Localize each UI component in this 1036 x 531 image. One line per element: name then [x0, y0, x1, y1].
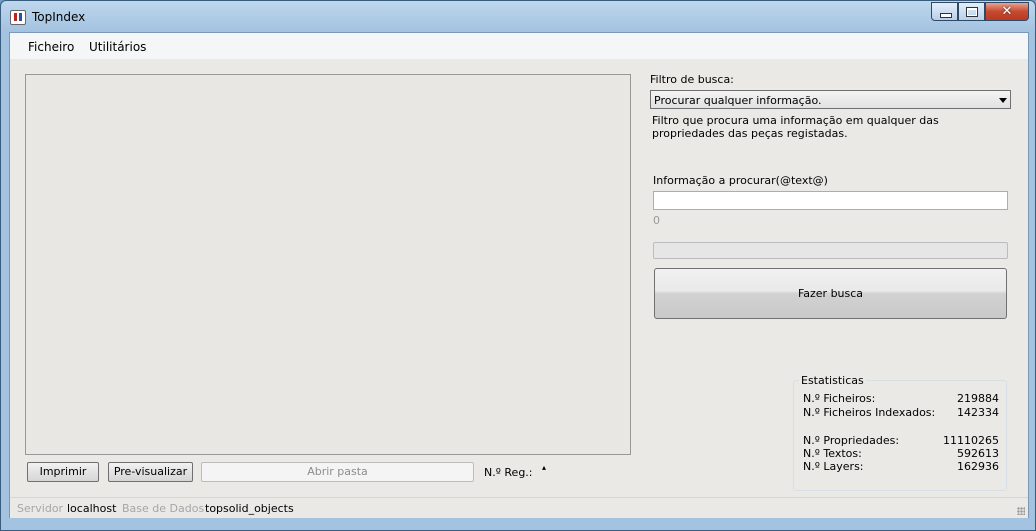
filter-selected-value: Procurar qualquer informação. [654, 94, 822, 107]
close-button[interactable]: ✕ [985, 2, 1029, 21]
stat-label: N.º Ficheiros: [803, 392, 876, 405]
stat-row-ficheiros: N.º Ficheiros: 219884 [803, 393, 1002, 405]
resize-grip-icon[interactable] [1017, 507, 1025, 515]
result-count: 0 [653, 214, 660, 227]
stat-label: N.º Ficheiros Indexados: [803, 406, 936, 419]
filter-dropdown[interactable]: Procurar qualquer informação. [650, 90, 1011, 109]
stat-value: 142334 [957, 406, 999, 419]
statistics-title: Estatisticas [799, 374, 866, 387]
database-label: Base de Dados [122, 502, 205, 515]
results-grid[interactable] [25, 74, 631, 455]
search-input[interactable] [653, 191, 1008, 210]
server-value: localhost [67, 502, 117, 515]
search-button[interactable]: Fazer busca [654, 268, 1007, 319]
stat-value: 219884 [957, 392, 999, 405]
menu-utilitarios[interactable]: Utilitários [89, 40, 146, 54]
database-value: topsolid_objects [205, 502, 294, 515]
window-title: TopIndex [32, 10, 86, 24]
app-window: TopIndex ✕ Ficheiro Utilitários Imprimir… [0, 0, 1036, 531]
maximize-icon [966, 7, 978, 17]
search-progress-bar [653, 242, 1008, 259]
stat-label: N.º Layers: [803, 460, 864, 473]
app-icon [10, 10, 26, 25]
caption-buttons: ✕ [931, 2, 1029, 22]
minimize-icon [940, 13, 952, 18]
open-folder-button[interactable]: Abrir pasta [201, 462, 474, 482]
statistics-group: Estatisticas N.º Ficheiros: 219884 N.º Fi… [793, 374, 1007, 491]
print-button[interactable]: Imprimir [27, 462, 99, 482]
minimize-button[interactable] [931, 2, 958, 21]
stat-value: 162936 [957, 460, 999, 473]
preview-button[interactable]: Pre-visualizar [108, 462, 193, 482]
stat-value: 592613 [957, 447, 999, 460]
busy-indicator-icon: ▴ [542, 463, 547, 472]
stat-label: N.º Propriedades: [803, 434, 900, 447]
stat-row-layers: N.º Layers: 162936 [803, 461, 1002, 473]
status-bar: Servidor localhost Base de Dados topsoli… [10, 497, 1028, 518]
search-info-label: Informação a procurar(@text@) [653, 174, 828, 187]
menu-bar: Ficheiro Utilitários [10, 33, 1028, 59]
filter-label: Filtro de busca: [650, 73, 734, 86]
server-label: Servidor [17, 502, 64, 515]
stat-row-propriedades: N.º Propriedades: 11110265 [803, 435, 1002, 447]
stat-row-indexados: N.º Ficheiros Indexados: 142334 [803, 407, 1002, 419]
menu-ficheiro[interactable]: Ficheiro [28, 40, 74, 54]
stat-label: N.º Textos: [803, 447, 862, 460]
reg-label: N.º Reg.: [484, 466, 533, 479]
maximize-button[interactable] [958, 2, 985, 21]
stat-value: 11110265 [943, 434, 999, 447]
filter-description: Filtro que procura uma informação em qua… [652, 114, 939, 140]
title-bar[interactable]: TopIndex ✕ [1, 1, 1035, 33]
client-area: Ficheiro Utilitários Imprimir Pre-visual… [9, 32, 1029, 518]
main-panel: Imprimir Pre-visualizar Abrir pasta N.º … [10, 59, 1028, 497]
stat-row-textos: N.º Textos: 592613 [803, 448, 1002, 460]
close-icon: ✕ [1001, 4, 1013, 19]
dropdown-arrow-icon [999, 98, 1007, 103]
